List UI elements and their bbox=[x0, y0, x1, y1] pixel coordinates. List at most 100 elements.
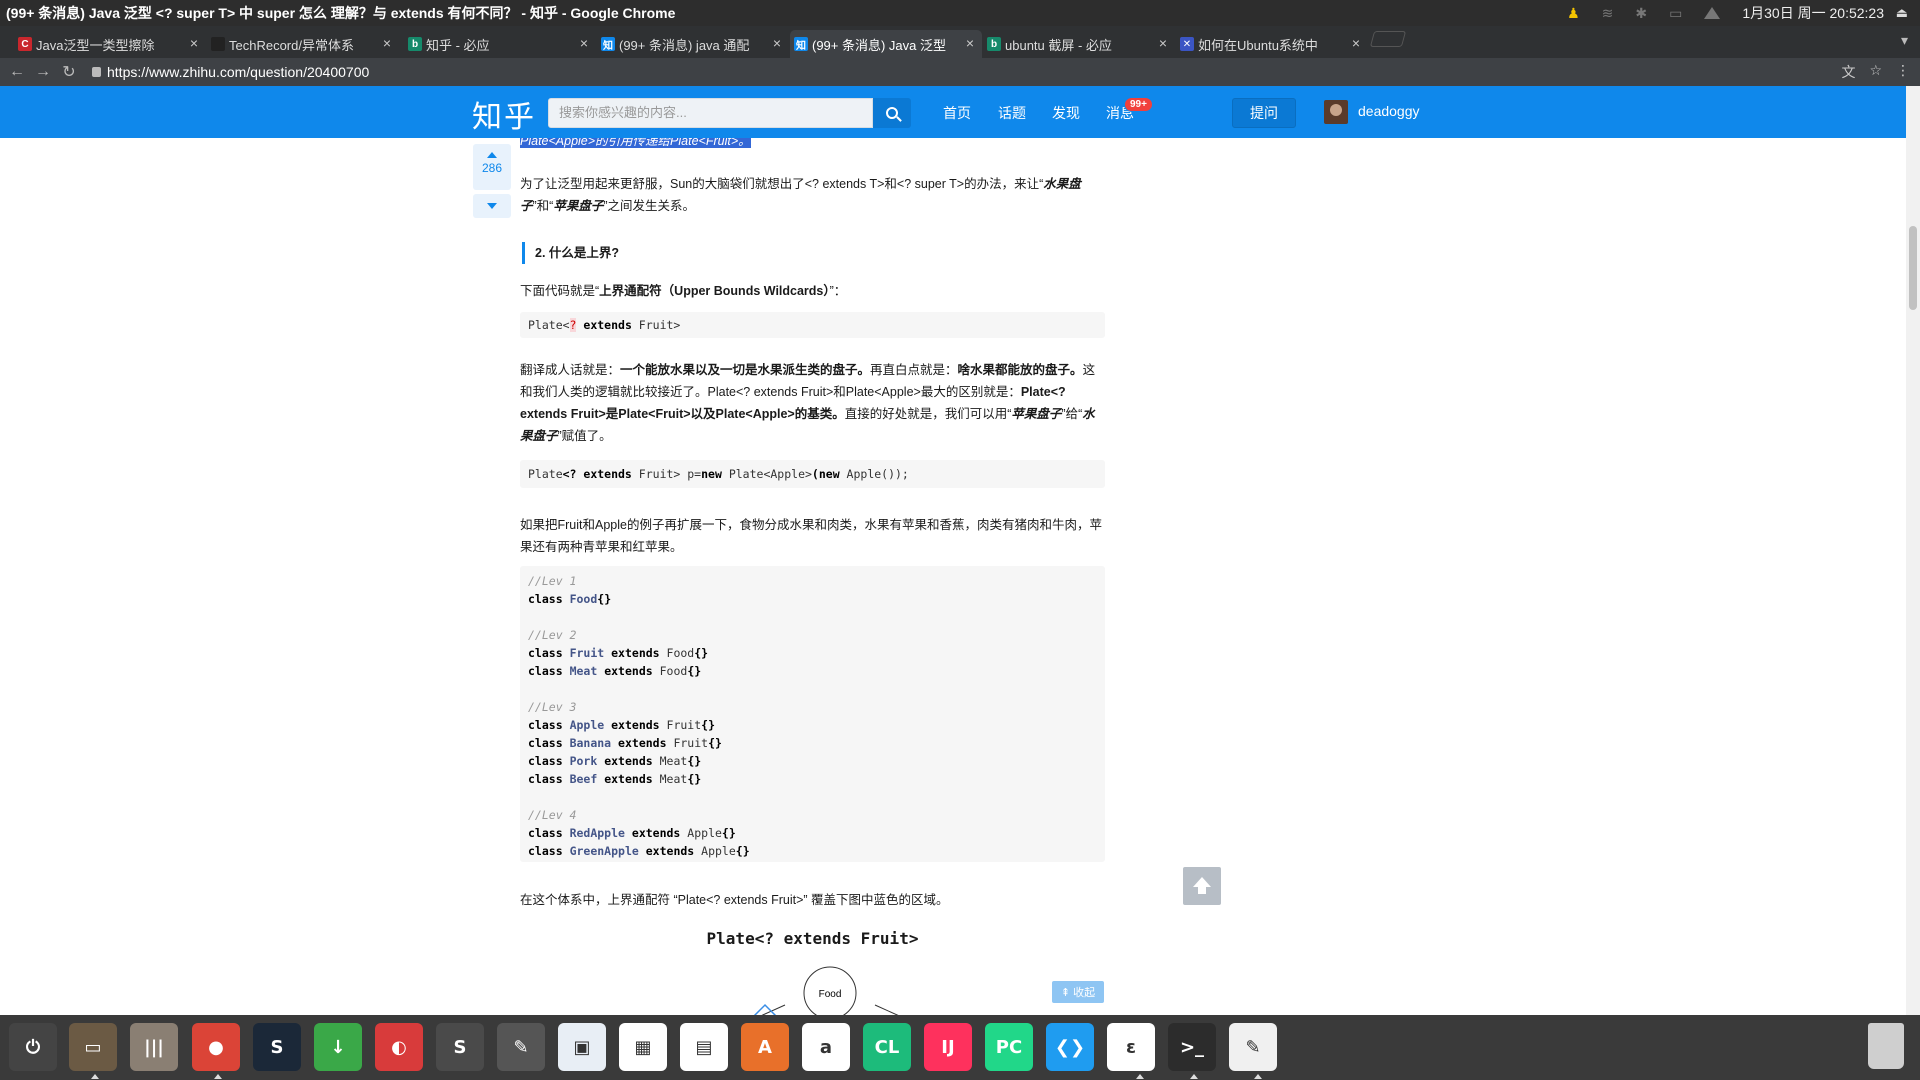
code-keyword: extends bbox=[645, 844, 695, 858]
zhihu-logo[interactable]: 知乎 bbox=[472, 92, 536, 136]
nav-topics[interactable]: 话题 bbox=[998, 103, 1026, 123]
code-text: {} bbox=[694, 646, 709, 660]
search-icon bbox=[886, 107, 898, 119]
battery-icon[interactable]: ▭ bbox=[1669, 5, 1682, 22]
zhihu-header: 知乎 搜索你感兴趣的内容... 首页 话题 发现 消息 提问 deadoggy bbox=[0, 86, 1906, 138]
running-indicator bbox=[1190, 1074, 1198, 1079]
close-tab-icon[interactable]: × bbox=[1352, 35, 1360, 51]
wifi-icon[interactable]: ≋ bbox=[1602, 5, 1614, 22]
paragraph-5: 在这个体系中，上界通配符 “Plate<? extends Fruit>” 覆盖… bbox=[520, 893, 949, 907]
system-tray: ♟ ≋ ✱ ▭ 1月30日 周一 20:52:23 bbox=[1567, 0, 1884, 26]
reload-icon[interactable]: ↻ bbox=[56, 59, 82, 85]
steam-icon[interactable]: S bbox=[253, 1023, 301, 1071]
software-center-icon[interactable]: A bbox=[741, 1023, 789, 1071]
code-text: Meat bbox=[659, 754, 688, 768]
code-keyword: class bbox=[528, 772, 563, 786]
draw-icon[interactable]: ε bbox=[1107, 1023, 1155, 1071]
browser-tab[interactable]: 知 (99+ 条消息) Java 泛型 × bbox=[790, 30, 982, 58]
code-keyword: extends bbox=[618, 736, 667, 750]
scrollbar-thumb[interactable] bbox=[1909, 226, 1917, 310]
new-tab-button[interactable] bbox=[1369, 31, 1407, 47]
power-icon[interactable]: ⏏ bbox=[1896, 5, 1908, 21]
text-editor-icon[interactable]: ✎ bbox=[1229, 1023, 1277, 1071]
close-tab-icon[interactable]: × bbox=[383, 35, 391, 51]
bing-icon: b bbox=[987, 37, 1001, 51]
nav-home[interactable]: 首页 bbox=[943, 103, 971, 123]
search-button[interactable] bbox=[873, 98, 911, 128]
code-text: Apple bbox=[701, 844, 736, 858]
presentation-icon[interactable]: ▤ bbox=[680, 1023, 728, 1071]
text: 再直白点就是： bbox=[870, 363, 958, 377]
forward-icon[interactable]: → bbox=[30, 59, 56, 85]
bold-text: 上界通配符（Upper Bounds Wildcards） bbox=[599, 284, 830, 298]
code-keyword: class bbox=[528, 646, 563, 660]
avatar[interactable] bbox=[1324, 100, 1348, 124]
zhihu-icon: 知 bbox=[601, 37, 615, 52]
text: ”给“ bbox=[1061, 407, 1083, 421]
bluetooth-icon[interactable]: ✱ bbox=[1635, 5, 1647, 22]
code-text: {} bbox=[701, 718, 716, 732]
close-tab-icon[interactable]: × bbox=[190, 35, 198, 51]
close-tab-icon[interactable]: × bbox=[580, 35, 588, 51]
back-icon[interactable]: ← bbox=[4, 59, 30, 85]
pycharm-icon[interactable]: PC bbox=[985, 1023, 1033, 1071]
system-settings-icon[interactable]: ⏻ bbox=[9, 1023, 57, 1071]
browser-tab[interactable]: b 知乎 - 必应 × bbox=[404, 30, 596, 58]
code-keyword: class bbox=[528, 664, 563, 678]
page-scrollbar[interactable] bbox=[1906, 86, 1920, 1015]
menu-dots-icon[interactable]: ⋮ bbox=[1896, 62, 1910, 82]
image-viewer-icon[interactable]: ▣ bbox=[558, 1023, 606, 1071]
mixer-icon[interactable]: ||| bbox=[130, 1023, 178, 1071]
code-class-name: Food bbox=[569, 592, 598, 606]
url-field[interactable]: https://www.zhihu.com/question/20400700 bbox=[92, 64, 369, 80]
username[interactable]: deadoggy bbox=[1358, 103, 1420, 119]
browser-tab[interactable]: b ubuntu 截屏 - 必应 × bbox=[983, 30, 1175, 58]
vscode-icon[interactable]: ❮❯ bbox=[1046, 1023, 1094, 1071]
qq-icon[interactable]: ♟ bbox=[1567, 5, 1580, 22]
clion-icon[interactable]: CL bbox=[863, 1023, 911, 1071]
window-menu-icon[interactable]: ▾ bbox=[1901, 32, 1908, 49]
bookmark-star-icon[interactable]: ☆ bbox=[1869, 62, 1882, 82]
search-input[interactable]: 搜索你感兴趣的内容... bbox=[548, 98, 873, 128]
chrome-icon[interactable]: ● bbox=[192, 1023, 240, 1071]
browser-tab[interactable]: ✕ 如何在Ubuntu系统中 × bbox=[1176, 30, 1368, 58]
window-titlebar: (99+ 条消息) Java 泛型 <? super T> 中 super 怎么… bbox=[0, 0, 1920, 26]
spreadsheet-icon[interactable]: ▦ bbox=[619, 1023, 667, 1071]
code-line: class Pork extends Meat{} bbox=[528, 752, 1097, 770]
code-line: //Lev 2 bbox=[528, 626, 1097, 644]
close-tab-icon[interactable]: × bbox=[1159, 35, 1167, 51]
paragraph-3: 翻译成人话就是：一个能放水果以及一切是水果派生类的盘子。再直白点就是：啥水果都能… bbox=[520, 359, 1105, 447]
trash-icon[interactable] bbox=[1868, 1023, 1904, 1069]
nav-explore[interactable]: 发现 bbox=[1052, 103, 1080, 123]
clock[interactable]: 1月30日 周一 20:52:23 bbox=[1742, 3, 1884, 23]
close-tab-icon[interactable]: × bbox=[966, 35, 974, 51]
ask-question-button[interactable]: 提问 bbox=[1232, 98, 1296, 128]
netease-music-icon[interactable]: ◐ bbox=[375, 1023, 423, 1071]
upvote-button[interactable]: 286 bbox=[473, 144, 511, 190]
files-icon[interactable]: ▭ bbox=[69, 1023, 117, 1071]
download-icon[interactable]: ↓ bbox=[314, 1023, 362, 1071]
browser-tab[interactable]: 知 (99+ 条消息) java 通配 × bbox=[597, 30, 789, 58]
collapse-answer-button[interactable]: ⇞ 收起 bbox=[1052, 981, 1104, 1003]
sublime-icon[interactable]: S bbox=[436, 1023, 484, 1071]
volume-icon[interactable] bbox=[1704, 7, 1721, 19]
running-indicator bbox=[91, 1074, 99, 1079]
running-indicator bbox=[1136, 1074, 1144, 1079]
code-keyword: <? extends bbox=[562, 467, 632, 481]
code-comment: //Lev 1 bbox=[528, 574, 577, 588]
translate-icon[interactable]: 文 bbox=[1841, 62, 1855, 82]
browser-tab[interactable]: TechRecord/异常体系 × bbox=[207, 30, 399, 58]
back-to-top-button[interactable] bbox=[1183, 867, 1221, 905]
text: ”赋值了。 bbox=[557, 429, 612, 443]
intellij-icon[interactable]: IJ bbox=[924, 1023, 972, 1071]
tools-icon[interactable]: ✎ bbox=[497, 1023, 545, 1071]
close-tab-icon[interactable]: × bbox=[773, 35, 781, 51]
code-block-1: Plate<? extends Fruit> bbox=[520, 312, 1105, 338]
paragraph-4: 如果把Fruit和Apple的例子再扩展一下，食物分成水果和肉类，水果有苹果和香… bbox=[520, 518, 1102, 554]
terminal-icon[interactable]: >_ bbox=[1168, 1023, 1216, 1071]
amazon-icon[interactable]: a bbox=[802, 1023, 850, 1071]
paragraph-1: 为了让泛型用起来更舒服，Sun的大脑袋们就想出了<? extends T>和<?… bbox=[520, 173, 1105, 217]
downvote-button[interactable] bbox=[473, 194, 511, 218]
browser-tab[interactable]: C Java泛型一类型擦除 × bbox=[14, 30, 206, 58]
text: ”： bbox=[829, 284, 847, 298]
